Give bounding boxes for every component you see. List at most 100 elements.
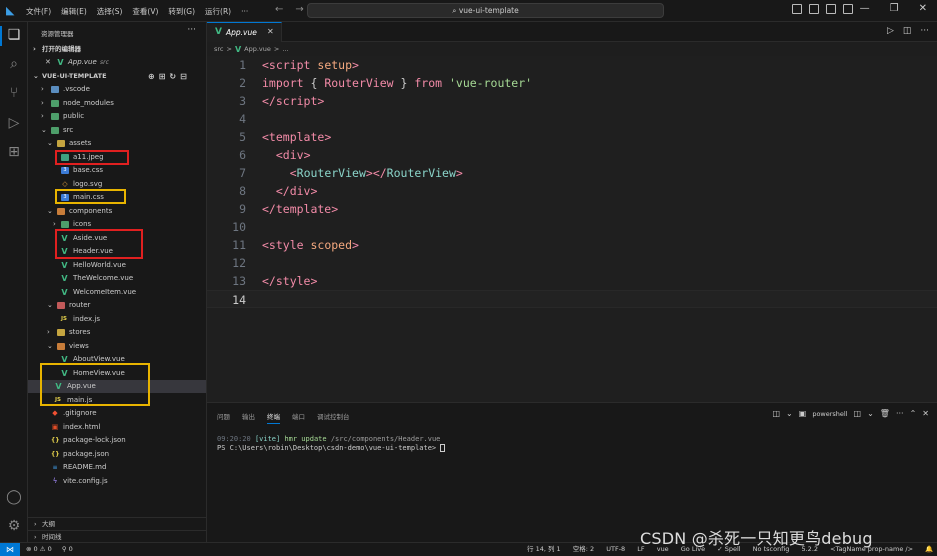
new-terminal-dropdown-icon[interactable]: ⌄ xyxy=(867,409,874,418)
tree-item[interactable]: › public xyxy=(28,110,206,123)
refresh-icon[interactable]: ↻ xyxy=(169,72,180,81)
forward-arrow-icon[interactable]: → xyxy=(295,4,303,15)
run-icon[interactable]: ▷ xyxy=(887,26,894,36)
tab-app-vue[interactable]: V App.vue ✕ xyxy=(207,22,282,42)
tree-item[interactable]: 3 main.css xyxy=(28,191,206,204)
new-folder-icon[interactable]: ⊞ xyxy=(159,72,170,81)
explorer-more-icon[interactable]: ··· xyxy=(187,25,196,35)
tree-item[interactable]: › icons xyxy=(28,218,206,231)
close-panel-icon[interactable]: ✕ xyxy=(922,409,929,418)
close-icon[interactable]: ✕ xyxy=(45,56,51,69)
indentation[interactable]: 空格: 2 xyxy=(573,545,594,553)
menu-selection[interactable]: 选择(S) xyxy=(97,6,123,17)
tree-item[interactable]: V HelloWorld.vue xyxy=(28,259,206,272)
tree-item[interactable]: V Aside.vue xyxy=(28,232,206,245)
toggle-sidebar-icon[interactable] xyxy=(792,4,802,14)
tree-item[interactable]: › stores xyxy=(28,326,206,339)
split-editor-icon[interactable]: ◫ xyxy=(903,26,912,36)
back-arrow-icon[interactable]: ← xyxy=(275,4,283,15)
tree-item[interactable]: V HomeView.vue xyxy=(28,367,206,380)
explorer-icon[interactable]: ❏ xyxy=(5,26,23,44)
breadcrumb-file[interactable]: App.vue xyxy=(244,45,271,53)
more-icon[interactable]: ··· xyxy=(896,409,904,418)
minimize-icon[interactable]: — xyxy=(860,3,870,14)
terminal-shell-label[interactable]: powershell xyxy=(812,410,847,418)
toggle-secondary-sidebar-icon[interactable] xyxy=(826,4,836,14)
restore-icon[interactable]: ❐ xyxy=(890,3,899,14)
open-editor-item[interactable]: ✕ V App.vue src xyxy=(28,56,206,69)
tab-output[interactable]: 输出 xyxy=(242,411,255,424)
tree-item[interactable]: JS index.js xyxy=(28,313,206,326)
extensions-icon[interactable]: ⊞ xyxy=(5,143,23,161)
tree-item[interactable]: {} package.json xyxy=(28,448,206,461)
breadcrumb-src[interactable]: src xyxy=(214,45,224,53)
tree-item[interactable]: › node_modules xyxy=(28,97,206,110)
tree-item[interactable]: ◇ logo.svg xyxy=(28,178,206,191)
vue-icon: V xyxy=(61,369,68,378)
close-window-icon[interactable]: ✕ xyxy=(919,3,927,14)
new-file-icon[interactable]: ⊕ xyxy=(148,72,159,81)
tab-problems[interactable]: 问题 xyxy=(217,411,230,424)
notifications-icon[interactable]: 🔔 xyxy=(925,545,933,553)
tab-terminal[interactable]: 终端 xyxy=(267,411,280,424)
menu-run[interactable]: 运行(R) xyxy=(205,6,231,17)
terminal-dropdown-icon[interactable]: ⌄ xyxy=(786,409,793,418)
tree-item[interactable]: JS main.js xyxy=(28,394,206,407)
folder-icon xyxy=(51,100,59,107)
account-icon[interactable]: ◯ xyxy=(5,488,23,506)
settings-gear-icon[interactable]: ⚙ xyxy=(5,517,23,535)
run-debug-icon[interactable]: ▷ xyxy=(5,114,23,132)
problems-status[interactable]: ⊗ 0 ⚠ 0 xyxy=(26,545,52,553)
tree-item[interactable]: V TheWelcome.vue xyxy=(28,272,206,285)
maximize-panel-icon[interactable]: ⌃ xyxy=(910,409,917,418)
tree-item[interactable]: V AboutView.vue xyxy=(28,353,206,366)
encoding[interactable]: UTF-8 xyxy=(606,545,625,553)
tree-item[interactable]: ⌄ assets xyxy=(28,137,206,150)
more-actions-icon[interactable]: ··· xyxy=(920,26,929,36)
source-control-icon[interactable]: ⑂ xyxy=(5,84,23,102)
tree-item[interactable]: V Header.vue xyxy=(28,245,206,258)
breadcrumb-symbol[interactable]: ... xyxy=(282,45,288,53)
search-icon[interactable]: ⌕ xyxy=(5,55,23,73)
tree-item[interactable]: › .vscode xyxy=(28,83,206,96)
terminal-output[interactable]: 09:20:20 [vite] hmr update /src/componen… xyxy=(217,435,446,453)
collapse-all-icon[interactable]: ⊟ xyxy=(180,72,191,81)
split-terminal-icon[interactable]: ◫ xyxy=(854,409,862,418)
tree-item[interactable]: ⌄ src xyxy=(28,124,206,137)
menu-file[interactable]: 文件(F) xyxy=(26,6,51,17)
tab-debug-console[interactable]: 调试控制台 xyxy=(317,411,350,424)
trash-icon[interactable]: 🗑 xyxy=(880,409,890,418)
tree-item[interactable]: ≡ README.md xyxy=(28,461,206,474)
project-header[interactable]: ⌄ VUE-UI-TEMPLATE ⊕⊞↻⊟ xyxy=(28,70,206,83)
tree-item[interactable]: 3 base.css xyxy=(28,164,206,177)
tree-item[interactable]: ⌄ components xyxy=(28,205,206,218)
code-line: 7 <RouterView></RouterView> xyxy=(239,166,463,180)
tree-item[interactable]: a11.jpeg xyxy=(28,151,206,164)
json-icon: {} xyxy=(51,451,60,458)
ports-status[interactable]: ⚲ 0 xyxy=(62,545,73,553)
toggle-panel-icon[interactable] xyxy=(809,4,819,14)
tree-item[interactable]: ϟ vite.config.js xyxy=(28,475,206,488)
close-tab-icon[interactable]: ✕ xyxy=(267,27,274,36)
tree-item[interactable]: ⌄ views xyxy=(28,340,206,353)
cursor-position[interactable]: 行 14, 列 1 xyxy=(527,545,561,553)
tree-item[interactable]: ⌄ router xyxy=(28,299,206,312)
tree-item[interactable]: V WelcomeItem.vue xyxy=(28,286,206,299)
menu-edit[interactable]: 编辑(E) xyxy=(61,6,87,17)
tree-item[interactable]: ◆ .gitignore xyxy=(28,407,206,420)
outline-section[interactable]: › 大纲 xyxy=(28,517,206,530)
menu-more[interactable]: ··· xyxy=(241,7,248,16)
remote-indicator-icon[interactable]: ⋈ xyxy=(0,543,20,556)
tab-ports[interactable]: 端口 xyxy=(292,411,305,424)
tree-item-selected[interactable]: V App.vue xyxy=(28,380,206,393)
tree-item[interactable]: {} package-lock.json xyxy=(28,434,206,447)
command-center-search[interactable]: ⌕ vue-ui-template xyxy=(307,3,664,18)
menu-view[interactable]: 查看(V) xyxy=(132,6,158,17)
vue-icon: V xyxy=(61,234,68,243)
menu-go[interactable]: 转到(G) xyxy=(168,6,195,17)
terminal-layout-icon[interactable]: ◫ xyxy=(772,409,780,418)
tree-item[interactable]: ▣ index.html xyxy=(28,421,206,434)
code-editor[interactable]: 1 <script setup> 2 import { RouterView } f… xyxy=(207,56,937,402)
vue-icon: V xyxy=(61,355,68,364)
open-editors-header[interactable]: › 打开的编辑器 xyxy=(28,43,206,56)
